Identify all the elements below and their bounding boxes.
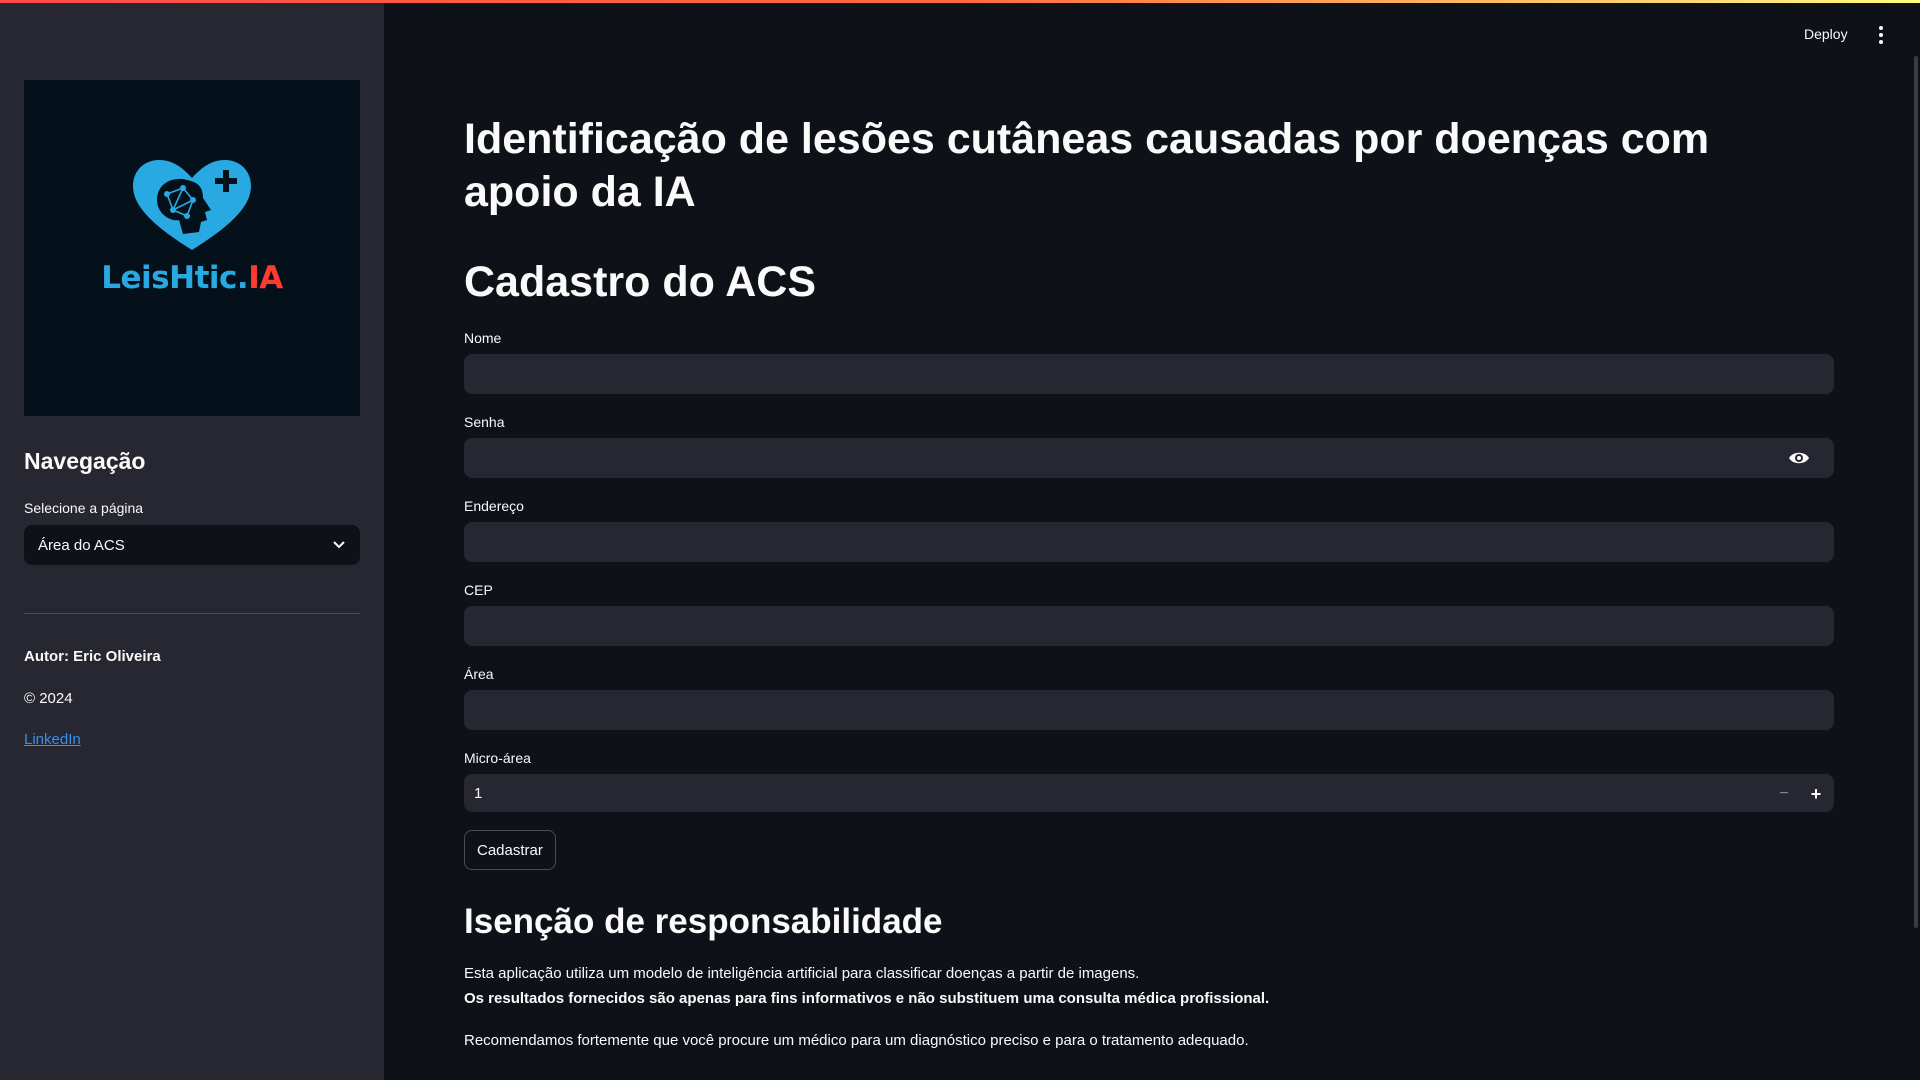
senha-input[interactable] — [464, 438, 1834, 478]
microarea-label: Micro-área — [464, 750, 531, 766]
deploy-button[interactable]: Deploy — [1804, 26, 1848, 42]
senha-label: Senha — [464, 414, 505, 430]
nome-input[interactable] — [464, 354, 1834, 394]
nav-title: Navegação — [24, 448, 146, 474]
top-decoration-bar — [0, 0, 1920, 3]
disclaimer-text-1: Esta aplicação utiliza um modelo de inte… — [464, 965, 1140, 982]
microarea-value[interactable]: 1 — [474, 785, 482, 802]
disclaimer-text-2: Os resultados fornecidos são apenas para… — [464, 990, 1270, 1007]
scrollbar[interactable] — [1914, 56, 1918, 928]
sidebar: LeisHtic.IA Navegação Selecione a página… — [0, 0, 384, 1080]
chevron-down-icon — [333, 541, 345, 549]
page-title: Identificação de lesões cutâneas causada… — [464, 115, 1710, 216]
cep-label: CEP — [464, 582, 493, 598]
endereco-label: Endereço — [464, 498, 524, 514]
endereco-input[interactable] — [464, 522, 1834, 562]
microarea-stepper[interactable]: 1 − + — [464, 774, 1834, 812]
cadastrar-button[interactable]: Cadastrar — [464, 830, 556, 870]
copyright-text: © 2024 — [24, 690, 73, 707]
page-select[interactable]: Área do ACS — [24, 525, 360, 565]
endereco-field[interactable] — [464, 522, 1834, 562]
cep-field[interactable] — [464, 606, 1834, 646]
disclaimer-title: Isenção de responsabilidade — [464, 902, 943, 941]
cep-input[interactable] — [464, 606, 1834, 646]
area-label: Área — [464, 666, 494, 682]
vertical-dots-icon[interactable] — [1874, 25, 1888, 45]
decrement-button[interactable]: − — [1774, 782, 1794, 806]
app-logo: LeisHtic.IA — [24, 80, 360, 416]
increment-button[interactable]: + — [1806, 782, 1826, 806]
area-input[interactable] — [464, 690, 1834, 730]
form-title: Cadastro do ACS — [464, 258, 816, 306]
senha-field[interactable] — [464, 438, 1834, 478]
nome-field[interactable] — [464, 354, 1834, 394]
nome-label: Nome — [464, 330, 502, 346]
author-text: Autor: Eric Oliveira — [24, 648, 161, 665]
logo-wordmark: LeisHtic.IA — [101, 260, 283, 296]
disclaimer-text-3: Recomendamos fortemente que você procure… — [464, 1032, 1249, 1049]
page-select-label: Selecione a página — [24, 500, 144, 516]
eye-icon[interactable] — [1788, 449, 1810, 467]
page-select-value: Área do ACS — [38, 536, 125, 554]
area-field[interactable] — [464, 690, 1834, 730]
heart-brain-medical-icon — [133, 160, 251, 250]
linkedin-link[interactable]: LinkedIn — [24, 731, 81, 748]
sidebar-divider — [24, 613, 360, 614]
